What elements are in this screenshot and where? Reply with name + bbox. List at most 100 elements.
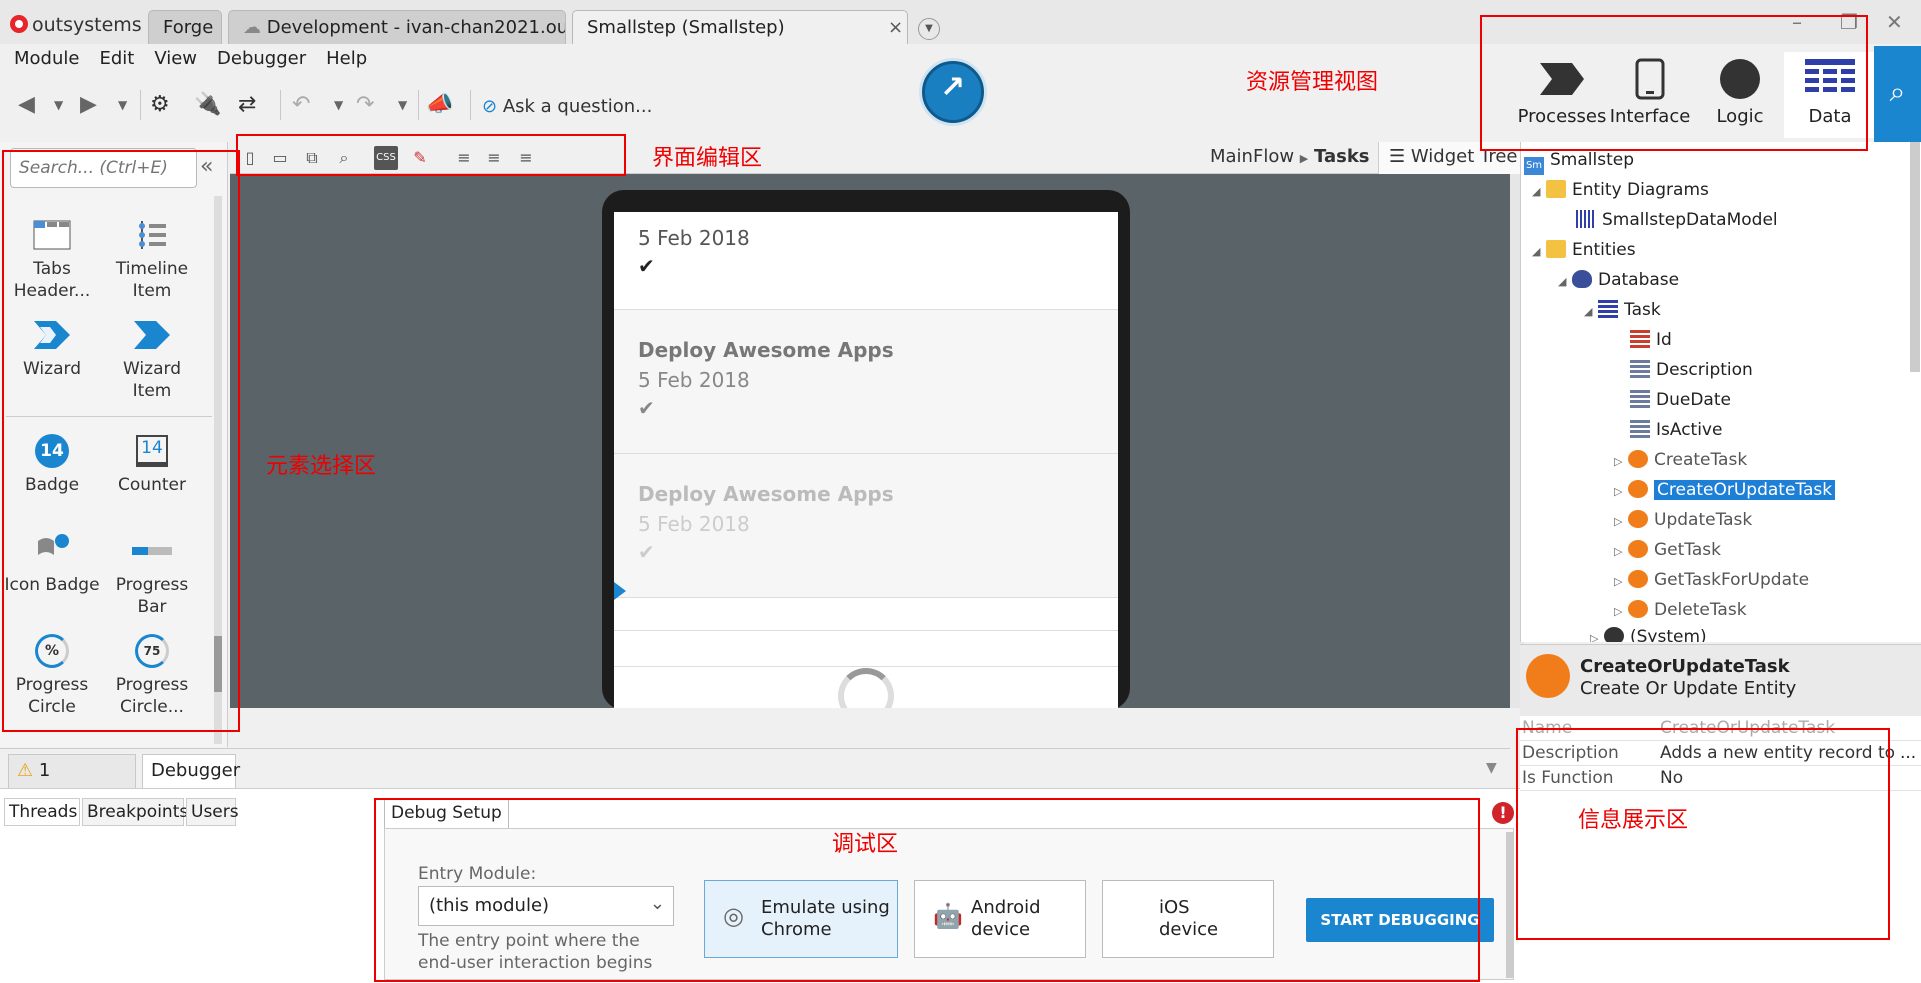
expand-arrow-icon[interactable]: ▷	[1614, 539, 1628, 565]
task-list-item[interactable]: Deploy Awesome Apps 5 Feb 2018 ✔	[614, 310, 1118, 454]
property-more-button[interactable]: ...	[1900, 741, 1916, 766]
forward-icon[interactable]: ▶	[80, 92, 97, 117]
tab-list-dropdown-icon[interactable]: ▼	[918, 18, 940, 40]
tree-node-database[interactable]: ◢ Database	[1558, 267, 1679, 293]
menu-help[interactable]: Help	[326, 48, 367, 69]
undo-dropdown-icon[interactable]: ▼	[334, 98, 343, 112]
tree-node-action[interactable]: ▷ UpdateTask	[1614, 507, 1752, 533]
palette-item-progress-circle[interactable]: % Progress Circle	[2, 628, 102, 718]
tree-node-action[interactable]: ▷ GetTaskForUpdate	[1614, 567, 1809, 593]
ask-question-link[interactable]: ⊘ Ask a question...	[482, 96, 652, 117]
redo-icon[interactable]: ↷	[356, 92, 374, 117]
palette-item-tabs-header[interactable]: Tabs Header...	[2, 212, 102, 302]
collapse-arrow-icon[interactable]: ◢	[1584, 299, 1598, 325]
restore-icon[interactable]: ❐	[1840, 10, 1858, 34]
collapse-arrow-icon[interactable]: ◢	[1558, 269, 1572, 295]
expand-arrow-icon[interactable]: ▷	[1614, 479, 1628, 505]
expand-arrow-icon[interactable]: ▷	[1590, 626, 1604, 642]
gear-icon[interactable]: ⚙	[150, 92, 170, 117]
tab-logic[interactable]: Logic	[1694, 52, 1786, 138]
expand-arrow-icon[interactable]: ▷	[1614, 599, 1628, 625]
task-list-item[interactable]: Deploy Awesome Apps 5 Feb 2018 ✔	[614, 454, 1118, 598]
tab-breakpoints[interactable]: Breakpoints	[82, 798, 188, 826]
expand-arrow-icon[interactable]: ▷	[1614, 449, 1628, 475]
expand-arrow-icon[interactable]: ▷	[1614, 509, 1628, 535]
tree-node-action-selected[interactable]: ▷ CreateOrUpdateTask	[1614, 477, 1836, 505]
option-emulate-chrome[interactable]: ◎ Emulate using Chrome	[704, 880, 898, 958]
palette-scroll-thumb[interactable]	[214, 636, 222, 692]
tree-node-module[interactable]: Sm Smallstep	[1524, 147, 1634, 175]
menu-edit[interactable]: Edit	[99, 48, 134, 69]
tree-node-attribute[interactable]: Id	[1630, 327, 1672, 353]
tab-data[interactable]: Data	[1784, 52, 1876, 138]
publish-button[interactable]	[922, 61, 984, 123]
phone-preview-icon[interactable]: ▯	[238, 146, 262, 170]
split-view-icon[interactable]: ⧉	[300, 146, 324, 170]
collapse-arrow-icon[interactable]: ◢	[1532, 239, 1546, 265]
start-debugging-button[interactable]: START DEBUGGING	[1306, 898, 1494, 942]
align-left-icon[interactable]: ≡	[452, 146, 476, 170]
property-row[interactable]: Description Adds a new entity record to t…	[1520, 741, 1921, 766]
tab-users[interactable]: Users	[186, 798, 239, 826]
tree-node-action[interactable]: ▷ CreateTask	[1614, 447, 1747, 473]
tab-warnings[interactable]: ⚠ 1 Warning	[8, 754, 136, 813]
palette-item-progress-bar[interactable]: Progress Bar	[102, 528, 202, 618]
tab-interface[interactable]: Interface	[1604, 52, 1696, 138]
property-value[interactable]: Adds a new entity record to t	[1660, 741, 1900, 766]
minimize-icon[interactable]: –	[1792, 10, 1802, 34]
task-list-item[interactable]: 5 Feb 2018 ✔	[614, 212, 1118, 310]
palette-item-progress-circle-fraction[interactable]: 75 Progress Circle...	[102, 628, 202, 718]
tab-debug-setup[interactable]: Debug Setup	[384, 798, 509, 828]
search-icon[interactable]: ⌕	[1874, 46, 1921, 142]
expand-arrow-icon[interactable]: ▷	[1614, 569, 1628, 595]
tree-node-attribute[interactable]: Description	[1630, 357, 1753, 383]
widget-tree-button[interactable]: ☰ Widget Tree	[1378, 142, 1528, 174]
breadcrumb-parent[interactable]: MainFlow	[1210, 146, 1294, 167]
error-icon[interactable]: !	[1492, 802, 1514, 824]
tree-node-system[interactable]: ▷ (System)	[1590, 624, 1707, 642]
back-dropdown-icon[interactable]: ▼	[54, 98, 63, 112]
collapse-palette-icon[interactable]: «	[200, 154, 213, 179]
zoom-preview-icon[interactable]: ⌕	[332, 146, 356, 170]
palette-item-counter[interactable]: 14 Counter	[102, 428, 202, 496]
merge-icon[interactable]: ⇄	[238, 92, 256, 117]
palette-item-wizard-item[interactable]: Wizard Item	[102, 312, 202, 402]
tree-node-action[interactable]: ▷ GetTask	[1614, 537, 1721, 563]
tree-node-action[interactable]: ▷ DeleteTask	[1614, 597, 1747, 623]
tree-scrollbar[interactable]	[1910, 142, 1920, 372]
entry-module-select[interactable]: (this module) ⌄	[418, 886, 674, 926]
tab-forge[interactable]: Forge	[148, 10, 222, 44]
tab-development[interactable]: ☁ Development - ivan-chan2021.ou...	[228, 10, 566, 44]
debug-panel-scrollbar[interactable]	[1506, 832, 1514, 978]
undo-icon[interactable]: ↶	[292, 92, 310, 117]
tab-close-icon[interactable]: ×	[888, 17, 903, 38]
redo-dropdown-icon[interactable]: ▼	[398, 98, 407, 112]
option-android-device[interactable]: 🤖 Android device	[914, 880, 1086, 958]
theme-palette-icon[interactable]: ✎	[408, 146, 432, 170]
window-close-icon[interactable]: ✕	[1886, 10, 1903, 34]
tablet-preview-icon[interactable]: ▭	[268, 146, 292, 170]
menu-debugger[interactable]: Debugger	[217, 48, 306, 69]
property-value[interactable]: No	[1660, 766, 1900, 791]
css-icon[interactable]: CSS	[374, 146, 398, 170]
align-right-icon[interactable]: ≡	[514, 146, 538, 170]
property-row[interactable]: Name CreateOrUpdateTask	[1520, 716, 1921, 741]
tree-node-attribute[interactable]: IsActive	[1630, 417, 1722, 443]
property-row[interactable]: Is Function No	[1520, 766, 1921, 791]
tab-threads[interactable]: Threads	[4, 798, 80, 826]
palette-item-icon-badge[interactable]: Icon Badge	[2, 528, 102, 596]
palette-item-wizard[interactable]: Wizard	[2, 312, 102, 380]
tree-node-entity-diagrams[interactable]: ◢ Entity Diagrams	[1532, 177, 1709, 203]
plug-icon[interactable]: 🔌	[194, 92, 221, 117]
tree-node-data-model[interactable]: SmallstepDataModel	[1576, 207, 1778, 233]
tab-smallstep[interactable]: Smallstep (Smallstep)	[572, 10, 908, 44]
menu-module[interactable]: Module	[14, 48, 79, 69]
tree-node-entity-task[interactable]: ◢ Task	[1584, 297, 1661, 323]
palette-item-badge[interactable]: 14 Badge	[2, 428, 102, 496]
collapse-arrow-icon[interactable]: ◢	[1532, 179, 1546, 205]
megaphone-icon[interactable]: 📣	[426, 92, 453, 117]
palette-search-input[interactable]	[10, 148, 197, 188]
menu-view[interactable]: View	[154, 48, 197, 69]
forward-dropdown-icon[interactable]: ▼	[118, 98, 127, 112]
tree-node-entities[interactable]: ◢ Entities	[1532, 237, 1636, 263]
